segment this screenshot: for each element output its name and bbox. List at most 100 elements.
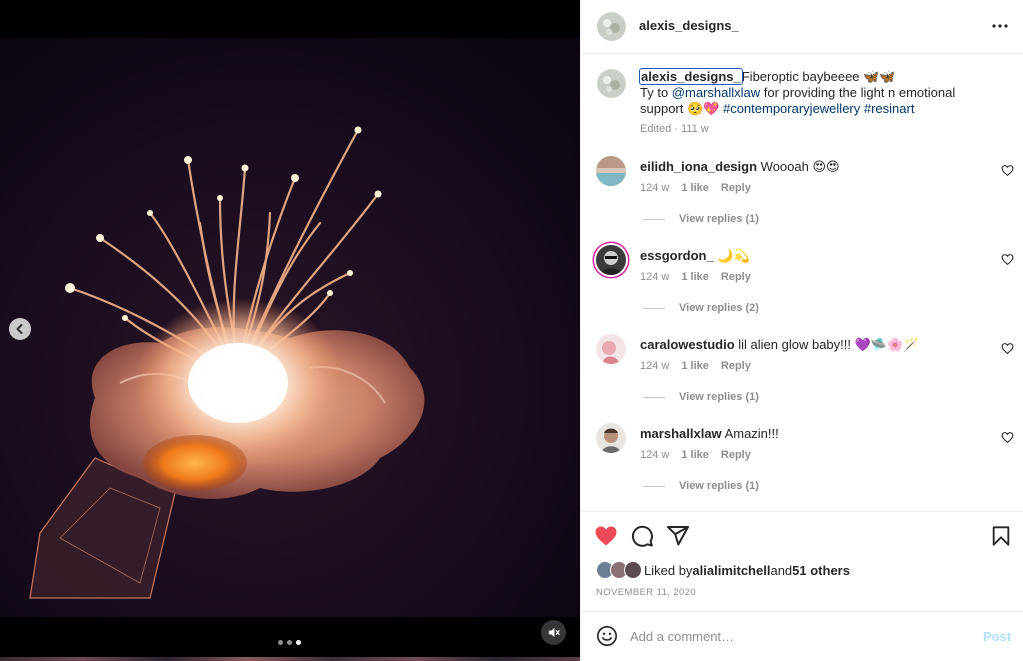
emoji-icon[interactable] <box>596 625 618 647</box>
comment-likes-link[interactable]: 1 like <box>681 449 709 461</box>
commenter-avatar[interactable] <box>596 423 626 453</box>
post-header: alexis_designs_ <box>581 0 1023 54</box>
comment-likes-link[interactable]: 1 like <box>681 271 709 283</box>
previous-slide-button[interactable] <box>9 318 31 340</box>
comment-body: Woooah 😍😍 <box>760 159 840 174</box>
slide-dot <box>278 640 283 645</box>
reply-button[interactable]: Reply <box>721 271 751 283</box>
replies-dash <box>643 307 665 309</box>
avatar-image <box>596 245 626 275</box>
liker-avatars <box>596 561 644 579</box>
mute-toggle-button[interactable] <box>541 620 566 645</box>
avatar-image <box>597 12 626 41</box>
fiberoptic-resin-sculpture-image <box>0 38 580 617</box>
comment-age: 124 w <box>640 449 670 461</box>
post-media[interactable] <box>0 0 580 661</box>
caption-line-1: Fiberoptic baybeeee 🦋🦋 <box>741 69 896 84</box>
commenter-username[interactable]: caralowestudio <box>640 337 735 352</box>
share-button[interactable] <box>666 524 690 548</box>
chevron-left-icon <box>16 324 23 334</box>
liked-by-prefix: Liked by <box>644 562 693 578</box>
comment-button[interactable] <box>630 524 654 548</box>
background-strip <box>0 657 580 661</box>
comment-input[interactable] <box>630 626 960 646</box>
like-comment-heart-icon[interactable] <box>1001 164 1014 177</box>
slide-dot <box>287 640 292 645</box>
liked-by-and: and <box>770 562 793 578</box>
post-date: NOVEMBER 11, 2020 <box>596 587 697 598</box>
comment-item: caralowestudio lil alien glow baby!!! 💜🛸… <box>581 334 1023 423</box>
comment-body: lil alien glow baby!!! 💜🛸🌸🪄 <box>738 337 920 352</box>
comment-item: marshallxlaw Amazin!!! 124 w 1 like Repl… <box>581 423 1023 510</box>
comment-age: 124 w <box>640 271 670 283</box>
comment-text: marshallxlaw Amazin!!! <box>640 426 970 442</box>
comment-likes-link[interactable]: 1 like <box>681 360 709 372</box>
view-replies-button[interactable]: View replies (1) <box>643 480 759 492</box>
commenter-avatar[interactable] <box>596 245 626 275</box>
view-replies-label: View replies (1) <box>679 480 759 492</box>
avatar-image <box>596 334 626 364</box>
caption-text: alexis_designs_Fiberoptic baybeeee 🦋🦋 Ty … <box>639 68 1000 117</box>
commenter-avatar[interactable] <box>596 334 626 364</box>
more-options-button[interactable] <box>989 17 1011 35</box>
comment-item: essgordon_ 🌙💫 124 w 1 like Reply View re… <box>581 245 1023 334</box>
save-button[interactable] <box>989 524 1013 548</box>
comment-age: 124 w <box>640 360 670 372</box>
comment-age: 124 w <box>640 182 670 194</box>
reply-button[interactable]: Reply <box>721 182 751 194</box>
replies-dash <box>643 396 665 398</box>
comment-likes-link[interactable]: 1 like <box>681 182 709 194</box>
heart-filled-icon <box>595 526 617 546</box>
more-horizontal-icon <box>992 24 1008 28</box>
like-comment-heart-icon[interactable] <box>1001 253 1014 266</box>
comment-meta: 124 w 1 like Reply <box>640 449 751 461</box>
hashtag-link[interactable]: #resinart <box>864 101 915 116</box>
comment-text: caralowestudio lil alien glow baby!!! 💜🛸… <box>640 337 970 353</box>
post-image[interactable] <box>0 38 580 617</box>
mention-link[interactable]: @marshallxlaw <box>672 85 760 100</box>
commenter-username[interactable]: essgordon_ <box>640 248 714 263</box>
replies-dash <box>643 485 665 487</box>
caption-author-link[interactable]: alexis_designs_ <box>639 68 743 85</box>
replies-dash <box>643 218 665 220</box>
like-comment-heart-icon[interactable] <box>1001 342 1014 355</box>
hashtag-link[interactable]: #contemporaryjewellery <box>723 101 860 116</box>
media-letterbox-top <box>0 0 580 38</box>
commenter-username[interactable]: eilidh_iona_design <box>640 159 757 174</box>
view-replies-label: View replies (1) <box>679 213 759 225</box>
comment-body: 🌙💫 <box>717 248 750 263</box>
liked-by: Liked by alialimitchell and 51 others <box>596 561 850 579</box>
comment-meta: 124 w 1 like Reply <box>640 360 751 372</box>
media-letterbox-bottom <box>0 617 580 661</box>
paper-plane-icon <box>667 526 689 546</box>
speaker-muted-icon <box>548 627 560 638</box>
commenter-avatar[interactable] <box>596 156 626 186</box>
bookmark-icon <box>992 526 1010 546</box>
view-replies-label: View replies (2) <box>679 302 759 314</box>
caption-author-avatar[interactable] <box>597 69 626 98</box>
comment-text: eilidh_iona_design Woooah 😍😍 <box>640 159 970 175</box>
comment-text: essgordon_ 🌙💫 <box>640 248 970 264</box>
others-link[interactable]: 51 others <box>792 563 850 578</box>
post-comment-button[interactable]: Post <box>983 629 1011 644</box>
post-actions: Liked by alialimitchell and 51 others NO… <box>581 511 1023 611</box>
caption-meta: Edited · 111 w <box>640 123 709 135</box>
view-replies-button[interactable]: View replies (1) <box>643 213 759 225</box>
like-button[interactable] <box>594 524 618 548</box>
comment-bubble-icon <box>631 525 653 547</box>
slide-dot-active <box>296 640 301 645</box>
view-replies-button[interactable]: View replies (1) <box>643 391 759 403</box>
comment-meta: 124 w 1 like Reply <box>640 271 751 283</box>
reply-button[interactable]: Reply <box>721 360 751 372</box>
like-comment-heart-icon[interactable] <box>1001 431 1014 444</box>
view-replies-button[interactable]: View replies (2) <box>643 302 759 314</box>
author-avatar[interactable] <box>597 12 626 41</box>
avatar-image <box>596 423 626 453</box>
add-comment-bar: Post <box>581 611 1023 661</box>
author-username[interactable]: alexis_designs_ <box>639 18 739 33</box>
comments-feed[interactable]: alexis_designs_Fiberoptic baybeeee 🦋🦋 Ty … <box>581 55 1023 510</box>
commenter-username[interactable]: marshallxlaw <box>640 426 722 441</box>
reply-button[interactable]: Reply <box>721 449 751 461</box>
comment-meta: 124 w 1 like Reply <box>640 182 751 194</box>
liker-username[interactable]: alialimitchell <box>692 563 770 578</box>
